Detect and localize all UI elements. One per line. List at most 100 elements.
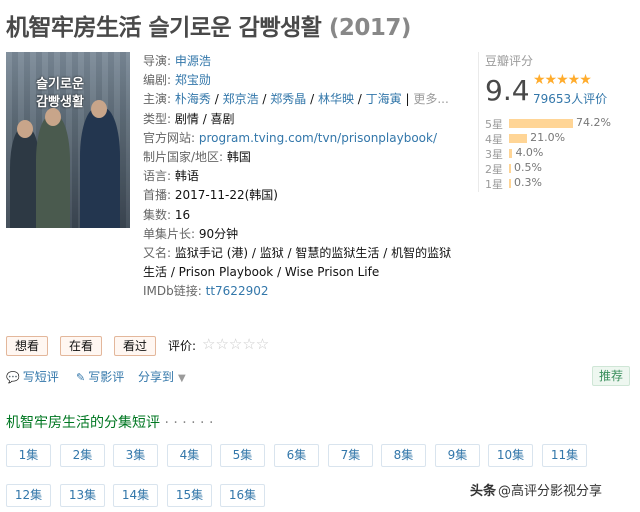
- country-label: 制片国家/地区:: [143, 150, 224, 165]
- episode-grid: 1集 2集 3集 4集 5集 6集 7集 8集 9集 10集 11集 12集 13集 14集 15集 16集: [6, 444, 636, 510]
- episode-button[interactable]: 13集: [60, 484, 105, 507]
- rating-percent: 74.2%: [576, 116, 611, 129]
- website-row: 官方网站: program.tving.com/tvn/prisonplaybo…: [143, 129, 458, 148]
- share-link[interactable]: 分享到 ▼: [138, 368, 186, 385]
- episode-section-dots: · · · · · ·: [164, 415, 214, 431]
- rating-distribution: 5星 74.2% 4星 21.0% 3星 4.0% 2星 0.5% 1星 0.3%: [485, 116, 630, 191]
- recommend-button[interactable]: 推荐: [592, 366, 631, 386]
- rating-percent: 0.5%: [514, 161, 542, 174]
- writer-label: 编剧:: [143, 73, 172, 88]
- episodes-value: 16: [174, 207, 191, 222]
- poster-figure-inmate: [36, 116, 70, 228]
- title-year: (2017): [328, 15, 412, 41]
- rating-label: 豆瓣评分: [485, 54, 534, 68]
- links-bar: 💬 写短评 ✎ 写影评 分享到 ▼ 推荐: [6, 366, 636, 386]
- episode-button[interactable]: 10集: [488, 444, 533, 467]
- episode-button[interactable]: 3集: [113, 444, 158, 467]
- runtime-row: 单集片长: 90分钟: [143, 225, 458, 244]
- episode-button[interactable]: 9集: [435, 444, 480, 467]
- runtime-value: 90分钟: [198, 226, 239, 241]
- director-link[interactable]: 申源浩: [175, 54, 211, 68]
- rating-star-label: 1星: [485, 178, 503, 191]
- premiere-value: 2017-11-22(韩国): [174, 188, 278, 203]
- rating-star-label: 4星: [485, 133, 503, 146]
- rating-bar: [509, 119, 573, 128]
- review-link[interactable]: ✎ 写影评: [76, 368, 124, 385]
- poster-figure-officer: [80, 108, 120, 228]
- episode-button[interactable]: 7集: [328, 444, 373, 467]
- watermark-brand: 头条: [470, 484, 497, 499]
- episode-button[interactable]: 2集: [60, 444, 105, 467]
- aka-value: 监狱手记 (港) / 监狱 / 智慧的监狱生活 / 机智的监狱生活 / Pris…: [143, 246, 452, 280]
- cast-link[interactable]: 林华映: [318, 92, 354, 106]
- watching-button[interactable]: 在看: [60, 336, 103, 356]
- imdb-link[interactable]: tt7622902: [206, 284, 269, 298]
- short-review-link[interactable]: 💬 写短评: [6, 368, 59, 385]
- premiere-row: 首播: 2017-11-22(韩国): [143, 186, 458, 205]
- episode-button[interactable]: 15集: [167, 484, 212, 507]
- cast-link[interactable]: 朴海秀: [175, 92, 211, 106]
- imdb-label: IMDb链接:: [143, 284, 202, 299]
- short-review-label: 写短评: [22, 370, 59, 384]
- want-to-watch-button[interactable]: 想看: [6, 336, 49, 356]
- poster-image[interactable]: 슬기로운 감빵생활: [6, 52, 130, 228]
- episode-button[interactable]: 12集: [6, 484, 51, 507]
- comment-icon: 💬: [6, 371, 20, 384]
- poster-head-1: [17, 120, 33, 138]
- poster-title-line1: 슬기로운: [36, 77, 84, 92]
- episode-button[interactable]: 14集: [113, 484, 158, 507]
- writer-row: 编剧: 郑宝勋: [143, 71, 458, 90]
- rating-percent: 21.0%: [530, 131, 566, 144]
- episodes-label: 集数:: [143, 207, 172, 222]
- share-label: 分享到: [138, 370, 175, 384]
- episode-button[interactable]: 6集: [274, 444, 319, 467]
- language-value: 韩语: [174, 169, 199, 184]
- review-label: 写影评: [88, 370, 125, 384]
- poster-head-3: [91, 100, 107, 118]
- imdb-row: IMDb链接: tt7622902: [143, 282, 458, 301]
- rating-distribution-row: 4星 21.0%: [485, 131, 630, 146]
- rating-star-label: 5星: [485, 118, 503, 131]
- cast-more-link[interactable]: 更多...: [413, 92, 448, 106]
- cast-link[interactable]: 郑京浩: [223, 92, 259, 106]
- poster-head-2: [45, 108, 61, 126]
- watermark: 头条 @高评分影视分享: [468, 480, 605, 499]
- writer-link[interactable]: 郑宝勋: [175, 73, 211, 87]
- rating-percent: 0.3%: [514, 176, 542, 189]
- episodes-row: 集数: 16: [143, 206, 458, 225]
- episode-button[interactable]: 5集: [220, 444, 265, 467]
- country-row: 制片国家/地区: 韩国: [143, 148, 458, 167]
- premiere-label: 首播:: [143, 188, 172, 203]
- rating-count-link[interactable]: 79653人评价: [533, 90, 607, 107]
- episode-section-heading: 机智牢房生活的分集短评: [6, 415, 160, 431]
- cast-link[interactable]: 丁海寅: [366, 92, 402, 106]
- cast-link[interactable]: 郑秀晶: [270, 92, 306, 106]
- rate-label: 评价:: [168, 339, 197, 353]
- episode-button[interactable]: 8集: [381, 444, 426, 467]
- episode-button[interactable]: 16集: [220, 484, 265, 507]
- runtime-label: 单集片长:: [143, 226, 196, 241]
- cast-row: 主演: 朴海秀 / 郑京浩 / 郑秀晶 / 林华映 / 丁海寅 | 更多...: [143, 92, 449, 107]
- pencil-icon: ✎: [76, 371, 86, 384]
- website-label: 官方网站:: [143, 130, 196, 145]
- episode-button[interactable]: 1集: [6, 444, 51, 467]
- rating-stars-icon: ★★★★★: [533, 72, 592, 88]
- genre-value: 剧情 / 喜剧: [174, 111, 235, 126]
- aka-label: 又名:: [143, 246, 172, 261]
- genre-label: 类型:: [143, 111, 172, 126]
- rate-stars-input[interactable]: ☆☆☆☆☆: [202, 335, 269, 353]
- title-text: 机智牢房生活 슬기로운 감빵생활: [6, 15, 322, 41]
- director-label: 导演:: [143, 54, 172, 68]
- rating-distribution-row: 1星 0.3%: [485, 176, 630, 191]
- rating-panel: 豆瓣评分 9.4 ★★★★★ 79653人评价 5星 74.2% 4星 21.0% 3星…: [478, 52, 628, 192]
- rating-bar: [509, 164, 511, 173]
- rating-bar: [509, 149, 513, 158]
- website-link[interactable]: program.tving.com/tvn/prisonplaybook/: [199, 131, 437, 145]
- page-title: 机智牢房生活 슬기로운 감빵생활 (2017): [6, 8, 411, 42]
- rating-bar: [509, 179, 511, 188]
- rating-star-label: 2星: [485, 163, 503, 176]
- episode-button[interactable]: 11集: [542, 444, 587, 467]
- rating-bar: [509, 134, 528, 143]
- watched-button[interactable]: 看过: [114, 336, 157, 356]
- episode-button[interactable]: 4集: [167, 444, 212, 467]
